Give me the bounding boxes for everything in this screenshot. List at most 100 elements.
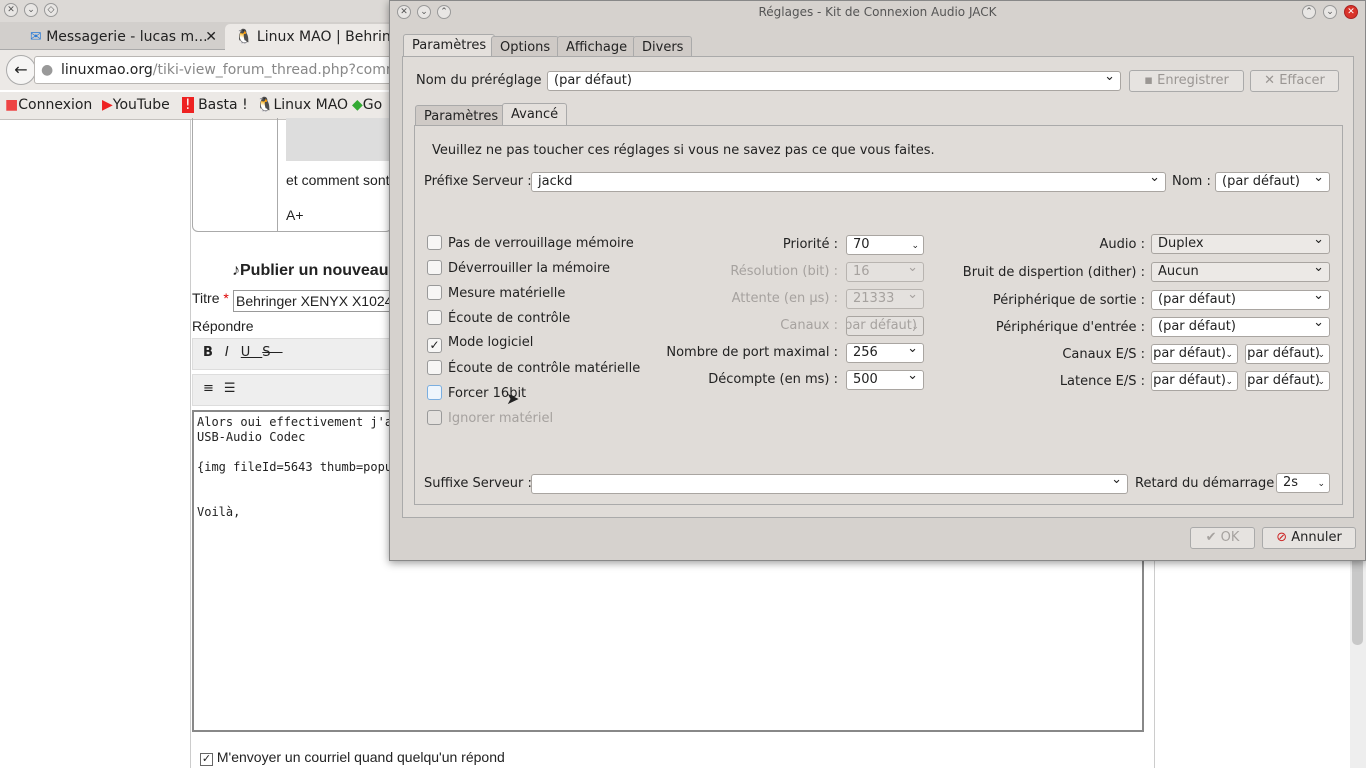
back-button[interactable]: ←: [6, 55, 36, 85]
music-note-icon: ♪: [232, 262, 240, 279]
title-input[interactable]: Behringer XENYX X1024: [233, 290, 393, 312]
save-icon: ▪: [1144, 73, 1153, 88]
youtube-icon: ▶: [102, 97, 113, 113]
close-window-icon[interactable]: ✕: [4, 3, 18, 17]
tab-divers[interactable]: Divers: [633, 36, 693, 58]
clear-icon: ✕: [1264, 73, 1276, 88]
checkbox-hw-monitor[interactable]: Écoute de contrôle matérielle: [427, 360, 640, 376]
name-label: Nom :: [1172, 174, 1211, 189]
ok-button[interactable]: ✔ OK: [1190, 527, 1255, 549]
microsoft-icon: ■: [5, 97, 19, 113]
close-right-icon[interactable]: ✕: [1344, 5, 1358, 19]
audio-label: Audio :: [1099, 237, 1145, 252]
url-bar[interactable]: ● linuxmao.org/tiki-view_forum_thread.php…: [34, 56, 414, 84]
dialog-title: Réglages - Kit de Connexion Audio JACK: [758, 5, 997, 19]
underline-icon: U: [240, 345, 263, 360]
audio-select[interactable]: Duplex: [1151, 234, 1330, 254]
bookmark-linuxmao[interactable]: 🐧Linux MAO: [256, 97, 348, 113]
priority-label: Priorité :: [782, 237, 838, 252]
timeout-select[interactable]: 500: [846, 370, 924, 390]
wait-select[interactable]: 21333: [846, 289, 924, 309]
post-image: [286, 118, 396, 161]
check-icon: ✔: [1205, 530, 1217, 545]
tux-icon: 🐧: [256, 97, 274, 113]
io-channels-label: Canaux E/S :: [1062, 347, 1145, 362]
subtab-parametres[interactable]: Paramètres: [415, 105, 508, 127]
globe-icon: ●: [41, 62, 54, 78]
dither-select[interactable]: Aucun: [1151, 262, 1330, 282]
output-device-select[interactable]: (par défaut): [1151, 290, 1330, 310]
maps-icon: ◆: [352, 97, 363, 113]
italic-icon: I: [224, 345, 241, 360]
input-device-select[interactable]: (par défaut): [1151, 317, 1330, 337]
name-select[interactable]: (par défaut): [1215, 172, 1330, 192]
publish-heading: ♪Publier un nouveau: [232, 262, 389, 279]
checkbox-hw-meter[interactable]: Mesure matérielle: [427, 285, 565, 301]
basta-icon: !: [182, 97, 194, 113]
post-box: et comment sont A+: [192, 118, 396, 232]
startup-delay-spin[interactable]: 2s: [1276, 473, 1330, 493]
maximize-icon[interactable]: ⌃: [437, 5, 451, 19]
notify-checkbox[interactable]: ✓ M'envoyer un courriel quand quelqu'un …: [200, 749, 505, 766]
max-port-label: Nombre de port maximal :: [666, 345, 838, 360]
warning-text: Veuillez ne pas toucher ces réglages si …: [432, 143, 935, 158]
priority-spin[interactable]: 70: [846, 235, 924, 255]
reply-label: Répondre: [192, 318, 254, 334]
strike-icon: S: [262, 345, 283, 360]
checkbox-unlock-memory[interactable]: Déverrouiller la mémoire: [427, 260, 610, 276]
maximize-window-icon[interactable]: ◇: [44, 3, 58, 17]
wait-label: Attente (en µs) :: [731, 291, 838, 306]
bookmark-google[interactable]: ◆Go: [352, 97, 382, 113]
subtab-avance[interactable]: Avancé: [502, 103, 568, 125]
tab-options[interactable]: Options: [491, 36, 560, 58]
tab-linuxmao[interactable]: 🐧 Linux MAO | Behringer XENYX X1024: [225, 24, 395, 50]
io-latency-out-spin[interactable]: (par défaut): [1245, 371, 1330, 391]
io-channels-in-spin[interactable]: (par défaut): [1151, 344, 1238, 364]
preset-select[interactable]: (par défaut): [547, 71, 1121, 91]
io-latency-label: Latence E/S :: [1059, 374, 1145, 389]
resolution-select[interactable]: 16: [846, 262, 924, 282]
server-suffix-label: Suffixe Serveur :: [424, 476, 532, 491]
io-latency-in-spin[interactable]: (par défaut): [1151, 371, 1238, 391]
tab-affichage[interactable]: Affichage: [557, 36, 637, 58]
minimize-window-icon[interactable]: ⌄: [24, 3, 38, 17]
tux-icon: 🐧: [235, 29, 253, 45]
input-device-label: Périphérique d'entrée :: [995, 320, 1145, 335]
io-channels-out-spin[interactable]: (par défaut): [1245, 344, 1330, 364]
server-suffix-select[interactable]: [531, 474, 1128, 494]
cancel-icon: ⊘: [1276, 530, 1288, 545]
timeout-label: Décompte (en ms) :: [708, 372, 838, 387]
keep-above-icon[interactable]: ⌃: [1302, 5, 1316, 19]
save-button[interactable]: ▪ Enregistrer: [1129, 70, 1244, 92]
checkbox-ignore-hw[interactable]: Ignorer matériel: [427, 410, 553, 426]
list-icon: ☰: [223, 381, 246, 396]
checkbox-soft-mode[interactable]: ✓ Mode logiciel: [427, 335, 533, 353]
bold-icon: B: [203, 345, 225, 360]
channels-spin[interactable]: (par défaut): [846, 316, 924, 336]
minimize-icon[interactable]: ⌄: [417, 5, 431, 19]
preset-label: Nom du préréglage :: [416, 73, 551, 88]
mail-icon: ✉: [30, 29, 42, 45]
bookmark-youtube[interactable]: ▶YouTube: [102, 97, 170, 113]
minimize-right-icon[interactable]: ⌄: [1323, 5, 1337, 19]
jack-settings-dialog: Réglages - Kit de Connexion Audio JACK ✕…: [389, 0, 1366, 561]
max-port-select[interactable]: 256: [846, 343, 924, 363]
tab-messagerie[interactable]: ✉ Messagerie - lucas m... ✕: [20, 24, 225, 50]
clear-button[interactable]: ✕ Effacer: [1250, 70, 1339, 92]
bookmark-connexion[interactable]: ■Connexion: [5, 97, 92, 113]
close-icon[interactable]: ✕: [397, 5, 411, 19]
output-device-label: Périphérique de sortie :: [992, 293, 1145, 308]
server-prefix-label: Préfixe Serveur :: [424, 174, 532, 189]
checkmark-icon: ✓: [427, 338, 442, 353]
dither-label: Bruit de dispertion (dither) :: [962, 265, 1145, 280]
align-icon: ≡: [203, 381, 224, 396]
close-tab-icon[interactable]: ✕: [205, 29, 217, 45]
channels-label: Canaux :: [780, 318, 838, 333]
checkbox-no-memlock[interactable]: Pas de verrouillage mémoire: [427, 235, 634, 251]
checkbox-monitor[interactable]: Écoute de contrôle: [427, 310, 570, 326]
bookmark-basta[interactable]: ! Basta !: [182, 97, 248, 113]
title-label: Titre *: [192, 290, 229, 306]
tab-parametres[interactable]: Paramètres: [403, 34, 496, 56]
cancel-button[interactable]: ⊘ Annuler: [1262, 527, 1356, 549]
server-prefix-select[interactable]: jackd: [531, 172, 1166, 192]
